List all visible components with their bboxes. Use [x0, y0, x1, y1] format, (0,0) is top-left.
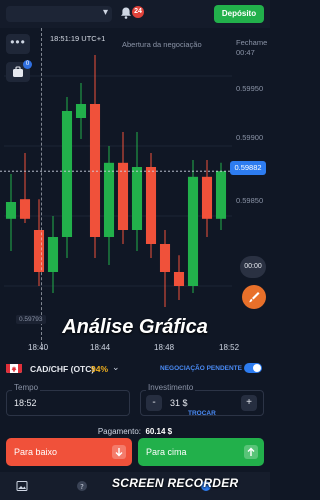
video-title-watermark: Análise Gráfica: [62, 316, 208, 338]
candle-bear: [145, 167, 157, 244]
candle-bull: [5, 202, 17, 219]
chevron-down-icon: ▾: [102, 7, 108, 18]
pending-trade-label: NEGOCIAÇÃO PENDENTE: [160, 365, 242, 372]
candle-bear: [159, 244, 171, 272]
time-tick-3: 18:48: [154, 343, 175, 352]
chevron-down-icon[interactable]: ⌄: [112, 362, 120, 373]
candle-bull: [103, 162, 115, 237]
price-tick-3: 0.59850: [236, 196, 264, 205]
time-axis: 18:40 18:44 18:48 18:52: [0, 343, 270, 355]
candle-bear: [33, 230, 45, 272]
countdown-badge: 00:00: [240, 256, 266, 278]
deposit-button[interactable]: Depósito: [214, 5, 264, 23]
drawing-tools-button[interactable]: [242, 285, 266, 309]
candle-bear: [117, 162, 129, 230]
investment-field-label: Investimento: [146, 383, 196, 392]
account-selector[interactable]: ▾: [6, 6, 112, 22]
candle-bull: [187, 176, 199, 286]
time-tick-4: 18:52: [219, 343, 240, 352]
asset-name[interactable]: CAD/CHF (OTC): [30, 364, 94, 374]
candle-bull: [215, 171, 227, 219]
time-tick-1: 18:40: [28, 343, 49, 352]
time-tick-2: 18:44: [90, 343, 111, 352]
increase-investment-button[interactable]: +: [241, 395, 257, 411]
candle-bull: [75, 104, 87, 118]
help-icon[interactable]: ?: [76, 480, 88, 492]
decrease-investment-button[interactable]: -: [146, 395, 162, 411]
price-tick-2: 0.59900: [236, 133, 264, 142]
sell-down-label: Para baixo: [14, 447, 58, 457]
flag-graphic: [6, 364, 22, 373]
candle-bull: [61, 111, 73, 237]
candle-bull: [131, 167, 143, 230]
investment-field-value[interactable]: 31 $: [170, 398, 188, 408]
notification-badge: 24: [132, 6, 144, 18]
buy-up-button[interactable]: Para cima: [138, 438, 264, 466]
asset-payout: 94%: [91, 364, 109, 374]
candle-bear: [19, 199, 31, 219]
svg-text:?: ?: [80, 483, 84, 491]
candle-bear: [89, 104, 101, 237]
arrow-down-icon: [112, 445, 126, 459]
current-price-tag: 0.59882: [230, 161, 266, 175]
candle-bear: [201, 176, 213, 219]
payout-value: 60.14 $: [145, 427, 173, 436]
payout-summary: Pagamento: 60.14 $: [0, 421, 270, 436]
trade-close-time: 00:47: [236, 48, 255, 57]
asset-row: CAD/CHF (OTC) 94% ⌄ NEGOCIAÇÃO PENDENTE: [0, 359, 270, 377]
payout-label: Pagamento:: [97, 427, 141, 436]
portfolio-badge: 0: [23, 60, 32, 69]
trade-close-label: Fechame: [236, 38, 268, 47]
image-icon[interactable]: [16, 480, 28, 492]
canada-flag-icon[interactable]: [6, 362, 22, 373]
time-field-value[interactable]: 18:52: [14, 398, 37, 408]
screen-recorder-watermark: SCREEN RECORDER: [112, 476, 239, 490]
candle-bull: [47, 237, 59, 272]
switch-currency-link[interactable]: TROCAR: [188, 410, 216, 417]
arrow-up-icon: [244, 445, 258, 459]
time-field-label: Tempo: [12, 383, 41, 392]
brush-icon: [249, 292, 260, 303]
dots-icon: •••: [10, 35, 26, 49]
candle-bear: [173, 272, 185, 286]
more-menu-button[interactable]: •••: [6, 34, 30, 54]
server-time-label: 18:51:19 UTC+1: [50, 34, 106, 43]
timer-line: [41, 28, 42, 350]
price-tick-1: 0.59950: [236, 84, 264, 93]
top-bar: ▾ 24 Depósito: [0, 0, 270, 28]
pending-trade-toggle[interactable]: [244, 363, 262, 373]
sell-down-button[interactable]: Para baixo: [6, 438, 132, 466]
buy-up-label: Para cima: [146, 447, 187, 457]
trade-open-label: Abertura da negociação: [122, 40, 202, 49]
bell-icon[interactable]: [119, 6, 133, 20]
